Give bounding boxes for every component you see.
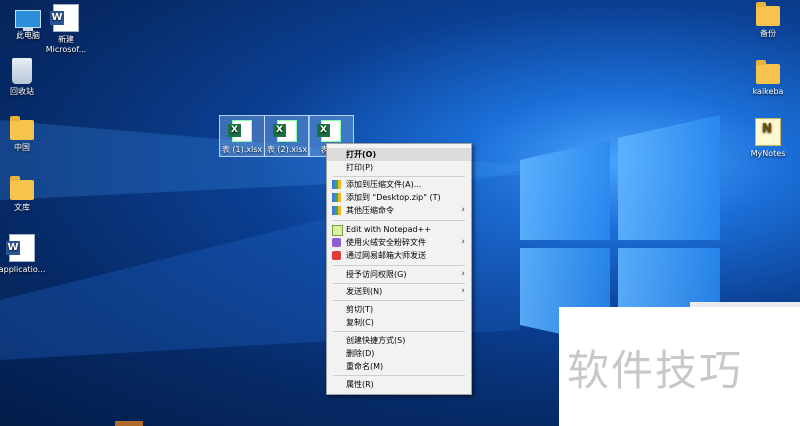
context-menu: 打开(O) 打印(P) 添加到压缩文件(A)... 添加到 "Desktop.z… [326,143,472,395]
menu-item-properties[interactable]: 属性(R) [327,378,471,391]
menu-item-label: 打印(P) [346,163,374,172]
menu-separator [333,220,465,221]
menu-item-label: 通过网易邮箱大师发送 [346,251,426,260]
chevron-right-icon: › [461,237,465,247]
menu-separator [333,176,465,177]
menu-item-label: 复制(C) [346,318,374,327]
menu-item-send-netease-mail[interactable]: 通过网易邮箱大师发送 [327,249,471,262]
file-label: 表 (1).xlsx [221,145,263,154]
folder-icon [10,176,34,200]
desktop-icon-folder-zhongguo[interactable]: 中国 [0,116,48,153]
folder-icon [756,60,780,84]
notes-icon [755,118,781,146]
chevron-right-icon: › [461,286,465,296]
menu-item-label: 属性(R) [346,380,374,389]
menu-item-label: 使用火绒安全粉碎文件 [346,238,426,247]
menu-item-send-to[interactable]: 发送到(N) › [327,285,471,298]
desktop-icon-folder-kaikeba[interactable]: kaikeba [742,60,794,97]
desktop-icon-label: kaikeba [752,87,784,96]
menu-item-copy[interactable]: 复制(C) [327,316,471,329]
menu-item-add-to-archive[interactable]: 添加到压缩文件(A)... [327,178,471,191]
chevron-right-icon: › [461,269,465,279]
desktop-icon-new-word-doc[interactable]: 新建 Microsof... [40,4,92,55]
desktop-icon-label: applicatio... [0,265,46,274]
menu-item-label: 删除(D) [346,349,375,358]
mail-icon [332,251,341,260]
excel-file-1[interactable]: 表 (1).xlsx [219,115,265,157]
desktop-icon-label: MyNotes [750,149,786,158]
desktop-icon-label: 新建 Microsof... [45,35,87,54]
archive-icon [332,206,341,215]
chevron-right-icon: › [461,205,465,215]
menu-item-label: 添加到 "Desktop.zip" (T) [346,193,441,202]
menu-item-label: 其他压缩命令 [346,206,394,215]
menu-item-open[interactable]: 打开(O) [327,148,471,161]
desktop-icon-label: 文库 [14,203,30,212]
menu-item-print[interactable]: 打印(P) [327,161,471,174]
excel-file-2[interactable]: 表 (2).xlsx [264,115,310,157]
menu-separator [333,283,465,284]
desktop-icon-word-application[interactable]: applicatio... [0,234,48,275]
notepad-plus-plus-icon [332,225,343,236]
menu-item-delete[interactable]: 删除(D) [327,347,471,360]
taskbar-item[interactable] [115,421,143,426]
computer-icon [15,10,41,31]
folder-icon [756,2,780,26]
menu-item-label: 打开(O) [346,150,377,159]
shredder-icon [332,238,341,247]
desktop-icon-recycle-bin[interactable]: 回收站 [0,58,48,97]
desktop-icon-label: 中国 [14,143,30,152]
excel-file-icon [273,120,297,142]
desktop-icon-mynotes[interactable]: MyNotes [742,118,794,159]
menu-item-edit-notepad[interactable]: Edit with Notepad++ [327,223,471,236]
file-label: 表 (2).xlsx [266,145,308,154]
word-document-icon [50,4,79,32]
folder-icon [10,116,34,140]
menu-separator [333,300,465,301]
menu-item-other-compress[interactable]: 其他压缩命令 › [327,204,471,217]
menu-item-cut[interactable]: 剪切(T) [327,303,471,316]
watermark-panel: 软件技巧 [559,307,800,426]
excel-file-icon [317,120,341,142]
desktop-icon-folder-wenku[interactable]: 文库 [0,176,48,213]
menu-item-label: 授予访问权限(G) [346,270,407,279]
archive-icon [332,180,341,189]
menu-separator [333,331,465,332]
menu-item-label: 创建快捷方式(S) [346,336,406,345]
menu-item-huorong-shred[interactable]: 使用火绒安全粉碎文件 › [327,236,471,249]
desktop-icon-label: 备份 [760,29,776,38]
menu-item-label: 剪切(T) [346,305,374,314]
archive-icon [332,193,341,202]
menu-separator [333,375,465,376]
word-document-icon [6,234,35,262]
menu-item-rename[interactable]: 重命名(M) [327,360,471,373]
menu-separator [333,265,465,266]
menu-item-create-shortcut[interactable]: 创建快捷方式(S) [327,334,471,347]
desktop-icon-label: 回收站 [10,87,34,96]
desktop-icon-folder-backup[interactable]: 备份 [742,2,794,39]
recycle-bin-icon [12,58,32,84]
watermark-text: 软件技巧 [567,346,744,395]
menu-item-label: 发送到(N) [346,287,383,296]
menu-item-label: 重命名(M) [346,362,384,371]
menu-item-add-to-desktop-zip[interactable]: 添加到 "Desktop.zip" (T) [327,191,471,204]
menu-item-grant-access[interactable]: 授予访问权限(G) › [327,268,471,281]
menu-item-label: 添加到压缩文件(A)... [346,180,422,189]
menu-item-label: Edit with Notepad++ [346,225,431,234]
excel-file-icon [228,120,252,142]
